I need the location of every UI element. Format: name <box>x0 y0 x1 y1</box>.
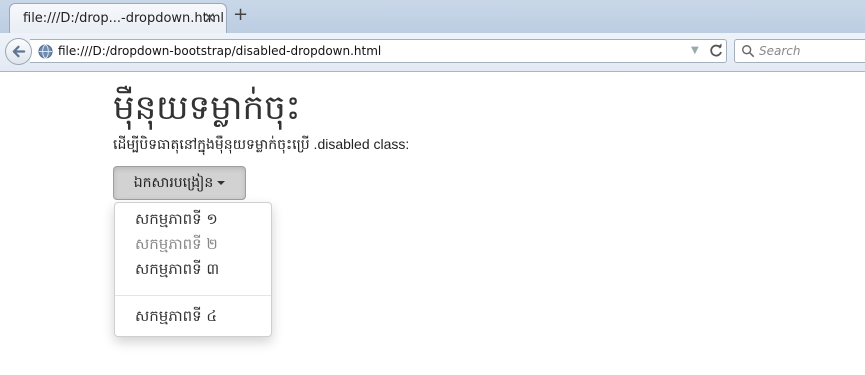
search-box[interactable]: Search <box>734 39 865 63</box>
menu-item-3[interactable]: សកម្មភាពទី ៣ <box>135 260 219 282</box>
page-description: ដើម្បីបិទធាតុនៅក្នុងម៉ឺនុយទម្លាក់ចុះប្រើ… <box>113 136 410 152</box>
tab-title: file:///D:/drop...-dropdown.html <box>23 11 225 26</box>
search-input[interactable]: Search <box>759 44 801 58</box>
back-button[interactable] <box>5 38 32 65</box>
close-icon[interactable]: ✕ <box>203 10 216 26</box>
globe-icon <box>38 44 53 59</box>
reload-icon[interactable] <box>708 43 724 59</box>
menu-divider <box>115 295 271 296</box>
menu-item-1[interactable]: សកម្មភាពទី ១ <box>135 210 218 232</box>
url-text: file:///D:/dropdown-bootstrap/disabled-d… <box>58 44 382 58</box>
dropdown-menu: សកម្មភាពទី ១ សកម្មភាពទី ២ សកម្មភាពទី ៣ ស… <box>114 202 272 337</box>
menu-item-4[interactable]: សកម្មភាពទី ៤ <box>135 307 217 329</box>
back-arrow-icon <box>12 45 26 58</box>
url-bar[interactable]: file:///D:/dropdown-bootstrap/disabled-d… <box>30 39 727 63</box>
url-dropdown-icon[interactable]: ▼ <box>691 45 699 57</box>
navigation-bar: file:///D:/dropdown-bootstrap/disabled-d… <box>0 33 865 72</box>
page-title: ម៉ឺនុយទម្លាក់ចុះ <box>113 88 301 128</box>
menu-item-2-disabled: សកម្មភាពទី ២ <box>135 235 218 253</box>
caret-down-icon <box>217 181 226 185</box>
new-tab-button[interactable]: + <box>233 5 248 25</box>
search-icon <box>742 45 755 58</box>
dropdown-button[interactable]: ឯកសារបង្រៀន <box>113 166 246 200</box>
tab-strip: file:///D:/drop...-dropdown.html ✕ + <box>0 0 865 33</box>
dropdown-button-label: ឯកសារបង្រៀន <box>133 175 214 191</box>
browser-tab[interactable]: file:///D:/drop...-dropdown.html ✕ <box>9 3 227 33</box>
